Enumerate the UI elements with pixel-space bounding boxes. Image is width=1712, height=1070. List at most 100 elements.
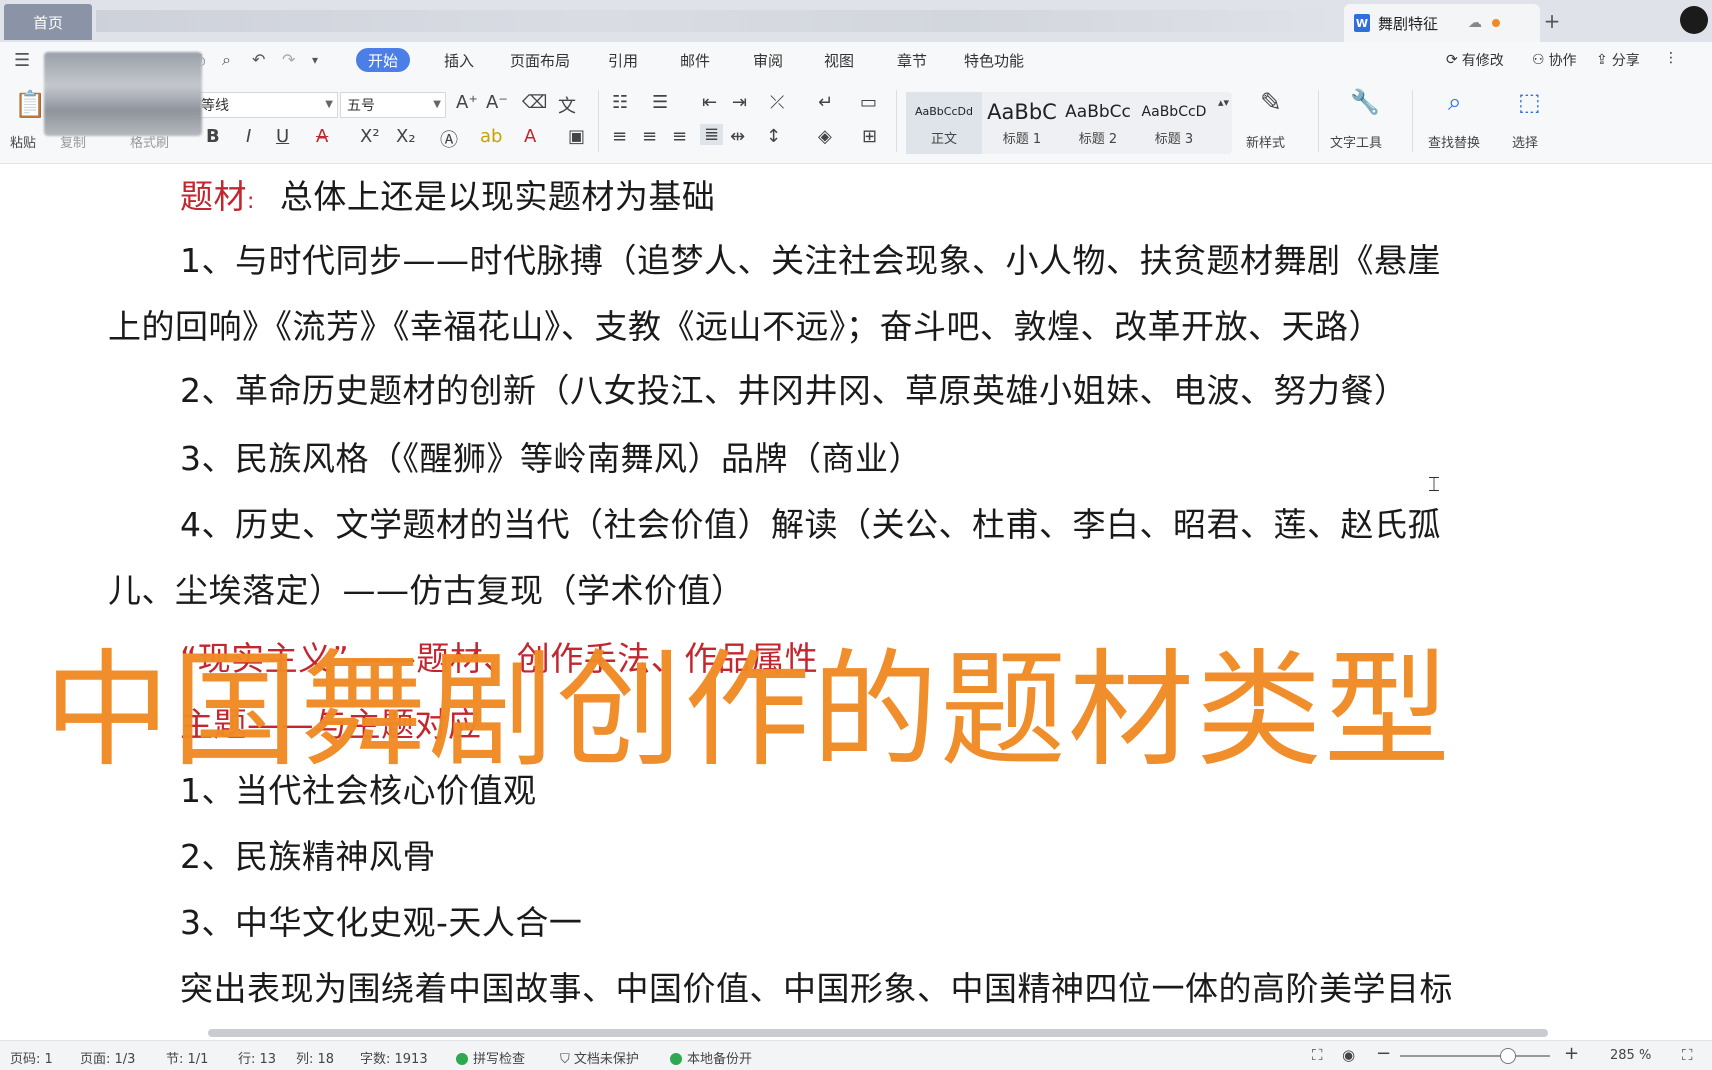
justify-icon[interactable]: ≣ [700, 124, 724, 145]
new-tab-button[interactable]: + [1538, 8, 1566, 34]
avatar[interactable] [1680, 6, 1708, 34]
print-preview-icon[interactable]: ⌕ [222, 50, 231, 70]
style-normal[interactable]: AaBbCcDd 正文 [906, 92, 982, 154]
collab-button[interactable]: ⚇ 协作 [1532, 50, 1577, 70]
strikethrough-icon[interactable]: A [316, 126, 328, 147]
increase-indent-icon[interactable]: ⇥ [732, 92, 747, 113]
document-page[interactable]: 题材: 总体上还是以现实题材为基础 1、与时代同步——时代脉搏（追梦人、关注社会… [0, 164, 1712, 1026]
select-button[interactable]: 选择 [1512, 132, 1538, 151]
share-label: 分享 [1611, 53, 1640, 69]
underline-button[interactable]: U [276, 126, 289, 147]
scrollbar-thumb[interactable] [208, 1029, 1548, 1037]
new-style-button[interactable]: 新样式 [1246, 132, 1285, 151]
subscript-icon[interactable]: X₂ [396, 126, 416, 147]
horizontal-scrollbar[interactable] [0, 1026, 1712, 1040]
new-style-icon[interactable]: ✎ [1260, 88, 1282, 118]
italic-button[interactable]: I [246, 126, 251, 147]
backup-icon [670, 1053, 682, 1065]
has-changes-label: 有修改 [1461, 53, 1504, 69]
shading-icon[interactable]: ◈ [818, 126, 832, 147]
superscript-icon[interactable]: X² [360, 126, 380, 147]
undo-icon[interactable]: ↶ [252, 50, 265, 69]
font-size-select[interactable]: 五号 ▼ [340, 92, 446, 118]
wrench-icon[interactable]: 🔧 [1350, 88, 1380, 116]
increase-font-icon[interactable]: A⁺ [456, 92, 478, 113]
style-heading-2[interactable]: AaBbCc 标题 2 [1060, 92, 1136, 154]
chevron-down-icon: ▼ [433, 99, 441, 110]
chinese-layout-icon[interactable]: ⤫ [770, 92, 784, 113]
numbered-list-icon[interactable]: ☰ [652, 92, 668, 113]
home-tab[interactable]: 首页 [4, 4, 92, 40]
tab-references[interactable]: 引用 [608, 48, 638, 72]
paste-label[interactable]: 粘贴 [10, 132, 36, 151]
style-preview: AaBbCc [1065, 102, 1131, 122]
fit-window-icon[interactable]: ⛶ [1682, 1046, 1693, 1064]
tab-page-layout[interactable]: 页面布局 [510, 48, 570, 72]
distributed-icon[interactable]: ⇹ [730, 126, 745, 147]
font-color-icon[interactable]: A [524, 126, 536, 147]
pinyin-icon[interactable]: 文 [558, 92, 576, 118]
font-size-value: 五号 [347, 98, 375, 114]
font-name-select[interactable]: 等线 ▼ [194, 92, 338, 118]
fullscreen-icon[interactable]: ⛶ [1312, 1046, 1323, 1064]
line-spacing-icon[interactable]: ↕ [766, 126, 781, 147]
doc-line-5: 3、民族风格（《醒狮》等岭南舞风）品牌（商业） [180, 439, 922, 478]
align-left-icon[interactable]: ≡ [612, 126, 627, 147]
find-replace-button[interactable]: 查找替换 [1428, 132, 1480, 151]
zoom-slider[interactable] [1400, 1055, 1550, 1057]
has-changes-button[interactable]: ⟳ 有修改 [1446, 50, 1504, 70]
status-word-count[interactable]: 字数: 1913 [360, 1048, 428, 1067]
doc-line-1-colon: : [247, 189, 255, 214]
tab-start[interactable]: 开始 [356, 48, 411, 72]
highlight-icon[interactable]: ab [480, 126, 502, 147]
styles-scroll-icon[interactable]: ▴▾ [1218, 96, 1229, 109]
hamburger-menu-icon[interactable]: ☰ [14, 50, 32, 71]
eye-protect-icon[interactable]: ◉ [1342, 1046, 1355, 1064]
borders-icon[interactable]: ⊞ [862, 126, 877, 147]
tab-features[interactable]: 特色功能 [964, 48, 1024, 72]
doc-line-4: 2、革命历史题材的创新（八女投江、井冈井冈、草原英雄小姐妹、电波、努力餐） [180, 371, 1408, 410]
tab-view[interactable]: 视图 [824, 48, 854, 72]
quick-access-dropdown-icon[interactable]: ▾ [312, 53, 318, 67]
decrease-indent-icon[interactable]: ⇤ [702, 92, 717, 113]
style-heading-1[interactable]: AaBbC 标题 1 [984, 92, 1060, 154]
style-heading-3[interactable]: AaBbCcD 标题 3 [1136, 92, 1212, 154]
zoom-level[interactable]: 285 % [1610, 1048, 1651, 1063]
char-border-icon[interactable]: ▣ [568, 126, 585, 147]
table-icon[interactable]: ▭ [860, 92, 877, 113]
style-name: 标题 2 [1078, 132, 1118, 147]
status-bar: 页码: 1 页面: 1/3 节: 1/1 行: 13 列: 18 字数: 191… [0, 1040, 1712, 1070]
decrease-font-icon[interactable]: A⁻ [486, 92, 508, 113]
doc-line-1-label: 题材 [180, 177, 247, 216]
share-button[interactable]: ⇪ 分享 [1596, 50, 1640, 70]
doc-protect-button[interactable]: ⛉ 文档未保护 [560, 1048, 639, 1067]
tab-mail[interactable]: 邮件 [680, 48, 710, 72]
doc-line-7: 儿、尘埃落定）——仿古复现（学术价值） [108, 571, 745, 610]
bold-button[interactable]: B [206, 126, 220, 147]
more-icon[interactable]: ⋮ [1664, 50, 1678, 66]
doc-protect-label: 文档未保护 [573, 1052, 639, 1067]
select-icon[interactable]: ⬚ [1518, 88, 1541, 116]
status-page[interactable]: 页面: 1/3 [80, 1048, 135, 1067]
tab-insert[interactable]: 插入 [444, 48, 474, 72]
zoom-slider-knob[interactable] [1500, 1048, 1516, 1064]
align-right-icon[interactable]: ≡ [672, 126, 687, 147]
bullet-list-icon[interactable]: ☷ [612, 92, 628, 113]
redo-icon[interactable]: ↷ [282, 50, 295, 69]
tab-review[interactable]: 审阅 [753, 48, 783, 72]
search-icon[interactable]: ⌕ [1448, 88, 1461, 116]
paste-icon[interactable]: 📋 [14, 90, 46, 120]
backup-button[interactable]: 本地备份开 [670, 1048, 752, 1067]
spell-check-button[interactable]: 拼写检查 [456, 1048, 525, 1067]
zoom-out-icon[interactable]: − [1376, 1043, 1391, 1064]
show-hide-icon[interactable]: ↵ [818, 92, 833, 113]
document-tab[interactable]: W 舞剧特征 ☁ [1344, 4, 1540, 42]
align-center-icon[interactable]: ≡ [642, 126, 657, 147]
separator [1412, 90, 1413, 152]
clear-format-icon[interactable]: ⌫ [522, 92, 547, 113]
tab-chapter[interactable]: 章节 [897, 48, 927, 72]
text-tools-button[interactable]: 文字工具 [1330, 132, 1382, 151]
text-effect-icon[interactable]: Ⓐ [440, 126, 458, 152]
style-name: 标题 3 [1154, 132, 1194, 147]
zoom-in-icon[interactable]: + [1564, 1043, 1579, 1064]
